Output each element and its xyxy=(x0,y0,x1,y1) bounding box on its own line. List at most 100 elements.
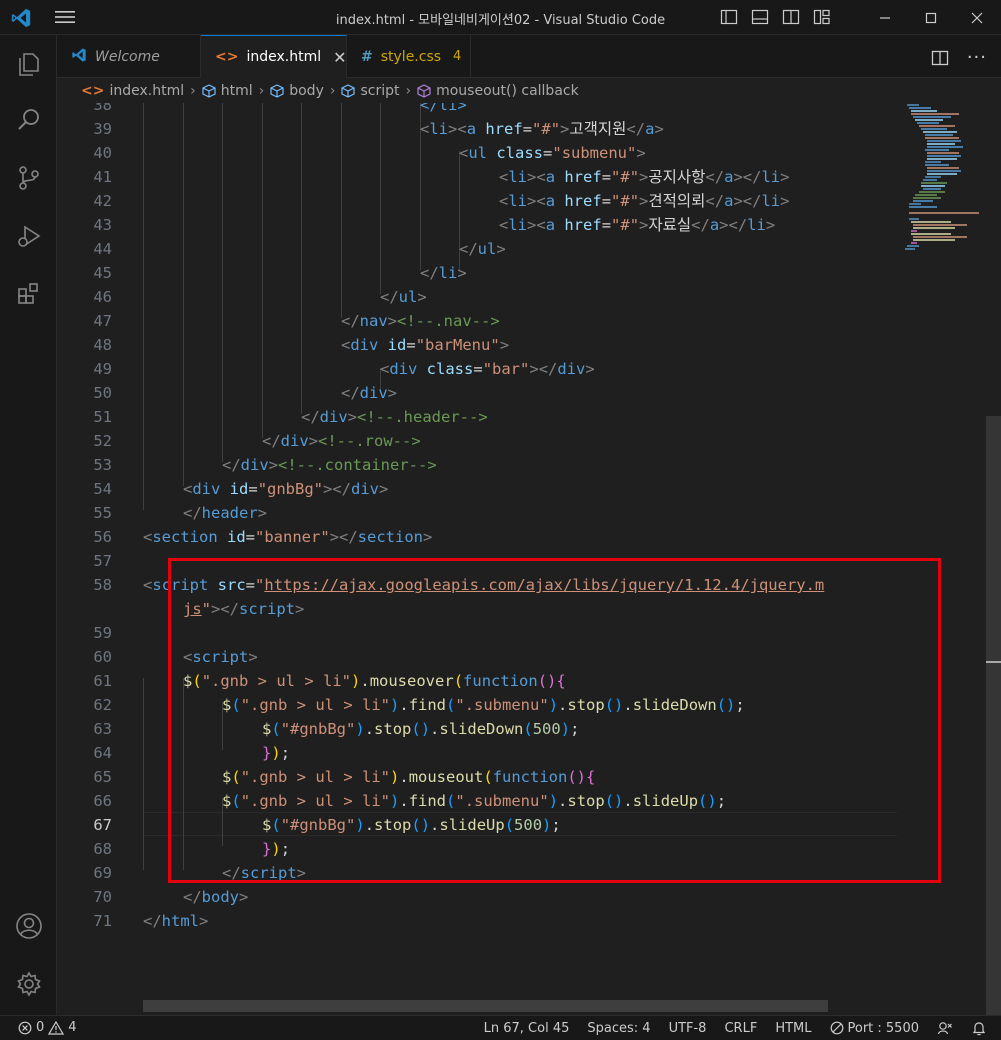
code-line[interactable]: 49 <div class="bar"></div> xyxy=(57,357,897,381)
toggle-primary-sidebar-icon[interactable] xyxy=(720,8,738,26)
copilot-feedback-icon[interactable] xyxy=(937,1020,953,1036)
code-line[interactable]: 46 </ul> xyxy=(57,285,897,309)
close-window-button[interactable] xyxy=(954,0,1000,35)
maximize-button[interactable] xyxy=(908,0,954,35)
encoding-setting[interactable]: UTF-8 xyxy=(669,1021,707,1036)
code-line[interactable]: 55 </header> xyxy=(57,501,897,525)
code-token: ul xyxy=(468,144,497,162)
code-token: ></ xyxy=(733,168,762,186)
activity-accounts[interactable] xyxy=(0,901,57,951)
line-number: 44 xyxy=(93,240,112,258)
notifications-bell-icon[interactable] xyxy=(971,1020,987,1036)
close-tab-icon[interactable]: ✕ xyxy=(333,48,346,67)
code-line[interactable]: 54 <div id="gnbBg"></div> xyxy=(57,477,897,501)
breadcrumb-label: mouseout() callback xyxy=(436,83,579,99)
code-token: li xyxy=(508,216,528,234)
live-server-port[interactable]: Port : 5500 xyxy=(830,1020,920,1036)
code-line[interactable]: 44 </ul> xyxy=(57,237,897,261)
code-token: div xyxy=(389,360,427,378)
code-line[interactable]: 43 <li><a href="#">자료실</a></li> xyxy=(57,213,897,237)
split-editor-icon[interactable] xyxy=(931,49,949,67)
activity-search[interactable] xyxy=(0,95,57,145)
code-line[interactable]: 71 </html> xyxy=(57,909,897,933)
problems-status[interactable]: 0 4 xyxy=(18,1020,77,1035)
code-line[interactable]: 51 </div><!--.header--> xyxy=(57,405,897,429)
toggle-secondary-sidebar-icon[interactable] xyxy=(782,8,800,26)
customize-layout-icon[interactable] xyxy=(813,8,831,26)
activity-source-control[interactable] xyxy=(0,153,57,203)
problems-badge: 4 xyxy=(453,49,462,64)
port-label: Port : 5500 xyxy=(847,1020,920,1036)
code-line[interactable]: 47 </nav><!--.nav--> xyxy=(57,309,897,333)
code-line[interactable]: 70 </body> xyxy=(57,885,897,909)
minimize-button[interactable] xyxy=(862,0,908,35)
code-token: section xyxy=(357,528,423,546)
eol-setting[interactable]: CRLF xyxy=(724,1021,757,1036)
code-token: > xyxy=(780,192,790,210)
code-text: </li> xyxy=(420,103,467,117)
code-line[interactable]: 52 </div><!--.row--> xyxy=(57,429,897,453)
tab-welcome[interactable]: Welcome xyxy=(57,35,201,78)
code-line[interactable]: 45 </li> xyxy=(57,261,897,285)
code-token: </ xyxy=(222,456,241,474)
breadcrumb-item-body[interactable]: › body xyxy=(253,83,324,99)
line-number: 47 xyxy=(93,312,112,330)
code-token: id xyxy=(387,336,407,354)
line-number: 51 xyxy=(93,408,112,426)
code-token: "banner" xyxy=(255,528,330,546)
activity-explorer[interactable] xyxy=(0,39,57,89)
breadcrumb-item-script[interactable]: › script xyxy=(324,83,400,99)
search-icon xyxy=(17,109,39,130)
line-number: 54 xyxy=(93,480,112,498)
tab-style-css[interactable]: # style.css 4 xyxy=(347,35,471,78)
html-file-icon: <> xyxy=(215,49,239,65)
more-actions-icon[interactable]: ··· xyxy=(967,47,987,68)
code-token: </ xyxy=(459,240,478,258)
code-token: < xyxy=(143,528,153,546)
language-mode[interactable]: HTML xyxy=(775,1021,811,1036)
minimap[interactable] xyxy=(897,103,987,253)
code-token: div xyxy=(351,480,380,498)
breadcrumb-item-file[interactable]: <> index.html xyxy=(81,83,184,99)
code-token: nav xyxy=(359,312,388,330)
code-token: = xyxy=(601,192,612,210)
css-file-icon: # xyxy=(361,48,373,65)
code-line[interactable]: 56 <section id="banner"></section> xyxy=(57,525,897,549)
code-token: > xyxy=(560,120,570,138)
code-line[interactable]: 42 <li><a href="#">견적의뢰</a></li> xyxy=(57,189,897,213)
code-line[interactable]: 41 <li><a href="#">공지사항</a></li> xyxy=(57,165,897,189)
code-line[interactable]: 53 </div><!--.container--> xyxy=(57,453,897,477)
code-token: > xyxy=(423,528,433,546)
line-number: 50 xyxy=(93,384,112,402)
code-text: <li><a href="#">자료실</a></li> xyxy=(499,213,775,237)
code-line[interactable]: 39 <li><a href="#">고객지원</a> xyxy=(57,117,897,141)
code-token: > xyxy=(639,192,649,210)
cursor-position[interactable]: Ln 67, Col 45 xyxy=(484,1021,570,1036)
code-token: <!--.nav--> xyxy=(397,312,500,330)
line-number: 41 xyxy=(93,168,112,186)
code-line[interactable]: 38 </li> xyxy=(57,103,897,117)
activity-run-debug[interactable] xyxy=(0,211,57,261)
line-number: 48 xyxy=(93,336,112,354)
indentation-setting[interactable]: Spaces: 4 xyxy=(587,1021,650,1036)
code-token: > xyxy=(496,240,506,258)
code-token: 고객지원 xyxy=(569,120,627,138)
code-line[interactable]: 40 <ul class="submenu"> xyxy=(57,141,897,165)
code-line[interactable]: 50 </div> xyxy=(57,381,897,405)
breadcrumb-item-callback[interactable]: › mouseout() callback xyxy=(399,83,578,99)
code-line[interactable]: 48 <div id="barMenu"> xyxy=(57,333,897,357)
activity-extensions[interactable] xyxy=(0,269,57,319)
code-token: </ xyxy=(262,432,281,450)
warning-count: 4 xyxy=(68,1020,77,1035)
code-token: </ xyxy=(143,912,162,930)
code-token: ul xyxy=(398,288,418,306)
activity-manage[interactable] xyxy=(0,959,57,1009)
tab-index-html[interactable]: <> index.html ✕ xyxy=(201,35,347,78)
code-token: div xyxy=(319,408,348,426)
toggle-panel-icon[interactable] xyxy=(751,8,769,26)
horizontal-scrollbar-thumb[interactable] xyxy=(143,1000,828,1012)
breadcrumb-item-html[interactable]: › html xyxy=(184,83,253,99)
code-token: = xyxy=(473,360,483,378)
error-icon xyxy=(18,1021,32,1034)
vertical-scrollbar-thumb[interactable] xyxy=(986,416,1001,1015)
